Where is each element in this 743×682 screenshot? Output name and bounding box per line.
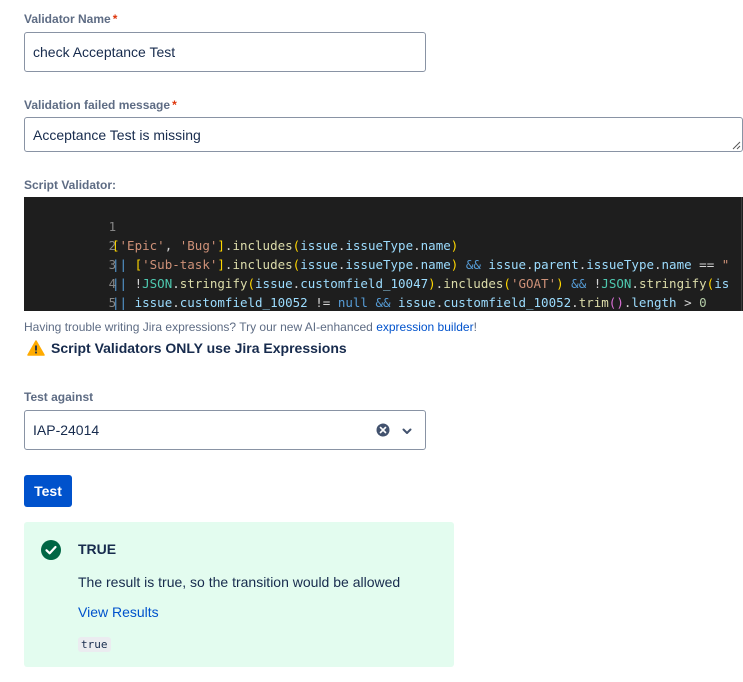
test-button[interactable]: Test <box>24 475 72 507</box>
result-value-chip: true <box>78 637 111 652</box>
failed-message-value: Acceptance Test is missing <box>33 126 201 143</box>
result-title: TRUE <box>78 541 117 557</box>
code-editor[interactable]: 1 ['Epic', 'Bug'].includes(issue.issueTy… <box>24 197 743 311</box>
failed-message-textarea[interactable]: Acceptance Test is missing <box>24 117 743 152</box>
code-line: 4 || issue.customfield_10052 != null && … <box>24 255 743 310</box>
validator-name-label: Validator Name * <box>24 12 118 26</box>
result-message: The result is true, so the transition wo… <box>78 574 401 590</box>
result-panel: TRUE The result is true, so the transiti… <box>24 522 454 667</box>
expression-builder-link[interactable]: expression builder <box>376 320 473 334</box>
view-results-link[interactable]: View Results <box>78 604 159 620</box>
result-value: true <box>78 635 111 653</box>
failed-message-label: Validation failed message * <box>24 98 177 112</box>
code-line: 5 <box>24 274 743 310</box>
expression-hint: Having trouble writing Jira expressions?… <box>24 320 477 334</box>
code-line: 1 ['Epic', 'Bug'].includes(issue.issueTy… <box>24 198 743 253</box>
warning-icon <box>27 340 45 356</box>
resize-handle-icon[interactable] <box>732 141 741 150</box>
required-marker: * <box>172 98 177 112</box>
code-line: 3 || !JSON.stringify(issue.customfield_1… <box>24 236 743 291</box>
chevron-down-icon[interactable] <box>401 425 413 437</box>
warning-banner: Script Validators ONLY use Jira Expressi… <box>27 340 347 356</box>
test-against-select[interactable]: IAP-24014 <box>24 410 426 450</box>
test-against-label: Test against <box>24 390 94 404</box>
code-line: 2 || ['Sub-task'].includes(issue.issueTy… <box>24 217 743 272</box>
line-number: 5 <box>108 295 117 310</box>
validator-name-value: check Acceptance Test <box>33 44 176 60</box>
warning-text: Script Validators ONLY use Jira Expressi… <box>51 340 347 356</box>
required-marker: * <box>112 12 118 26</box>
code-text: || issue.customfield_10052 != null && is… <box>112 295 707 310</box>
validator-name-input[interactable]: check Acceptance Test <box>24 32 426 72</box>
test-against-value: IAP-24014 <box>33 422 100 438</box>
check-circle-icon <box>41 540 61 560</box>
clear-icon[interactable] <box>376 423 390 437</box>
script-validator-label: Script Validator: <box>24 178 117 192</box>
